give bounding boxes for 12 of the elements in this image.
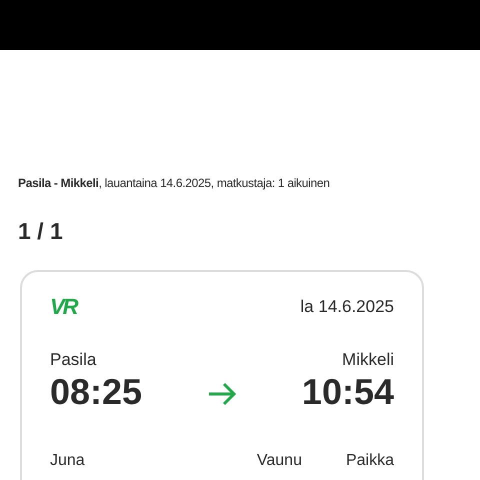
field-label: Vaunu [256,452,302,470]
arrival-time: 10:54 [302,370,394,414]
field-label: Juna [50,452,86,470]
departure-station: Pasila [50,350,98,370]
trip-summary: Pasila - Mikkeli, lauantaina 14.6.2025, matkustaja: 1 aikuinen [18,176,331,190]
departure-time: 08:25 [50,370,142,414]
arrow-icon [207,382,237,406]
arrival-station: Mikkeli [342,350,394,370]
travel-date: la 14.6.2025 [300,297,394,317]
field-label: Paikka [346,452,394,470]
ticket-counter: 1 / 1 [18,218,64,245]
vr-logo: VR [50,294,77,320]
